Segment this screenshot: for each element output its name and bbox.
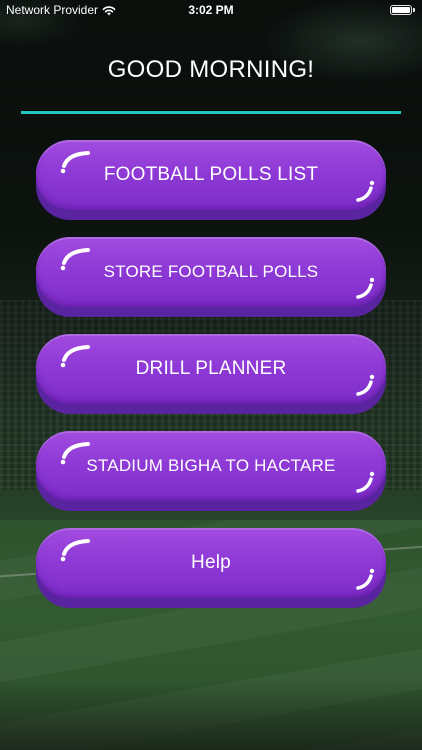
greeting-title: GOOD MORNING! bbox=[107, 56, 315, 83]
button-label: FOOTBALL POLLS LIST bbox=[103, 164, 319, 185]
help-button[interactable]: Help bbox=[36, 528, 386, 608]
button-label: DRILL PLANNER bbox=[135, 358, 287, 379]
button-label: Help bbox=[191, 552, 231, 573]
status-time: 3:02 PM bbox=[188, 3, 234, 17]
main-menu: FOOTBALL POLLS LIST STORE FOOTBALL POLLS… bbox=[36, 140, 386, 608]
store-football-polls-button[interactable]: STORE FOOTBALL POLLS bbox=[36, 237, 386, 317]
status-bar: Network Provider 3:02 PM bbox=[0, 0, 422, 22]
football-polls-list-button[interactable]: FOOTBALL POLLS LIST bbox=[36, 140, 386, 220]
stadium-bigha-to-hactare-button[interactable]: STADIUM BIGHA TO HACTARE bbox=[36, 431, 386, 511]
battery-icon bbox=[390, 5, 415, 15]
header-divider bbox=[21, 111, 401, 114]
button-label: STADIUM BIGHA TO HACTARE bbox=[86, 456, 336, 475]
drill-planner-button[interactable]: DRILL PLANNER bbox=[36, 334, 386, 414]
background-bottom-band bbox=[0, 680, 422, 750]
button-label: STORE FOOTBALL POLLS bbox=[103, 262, 319, 281]
